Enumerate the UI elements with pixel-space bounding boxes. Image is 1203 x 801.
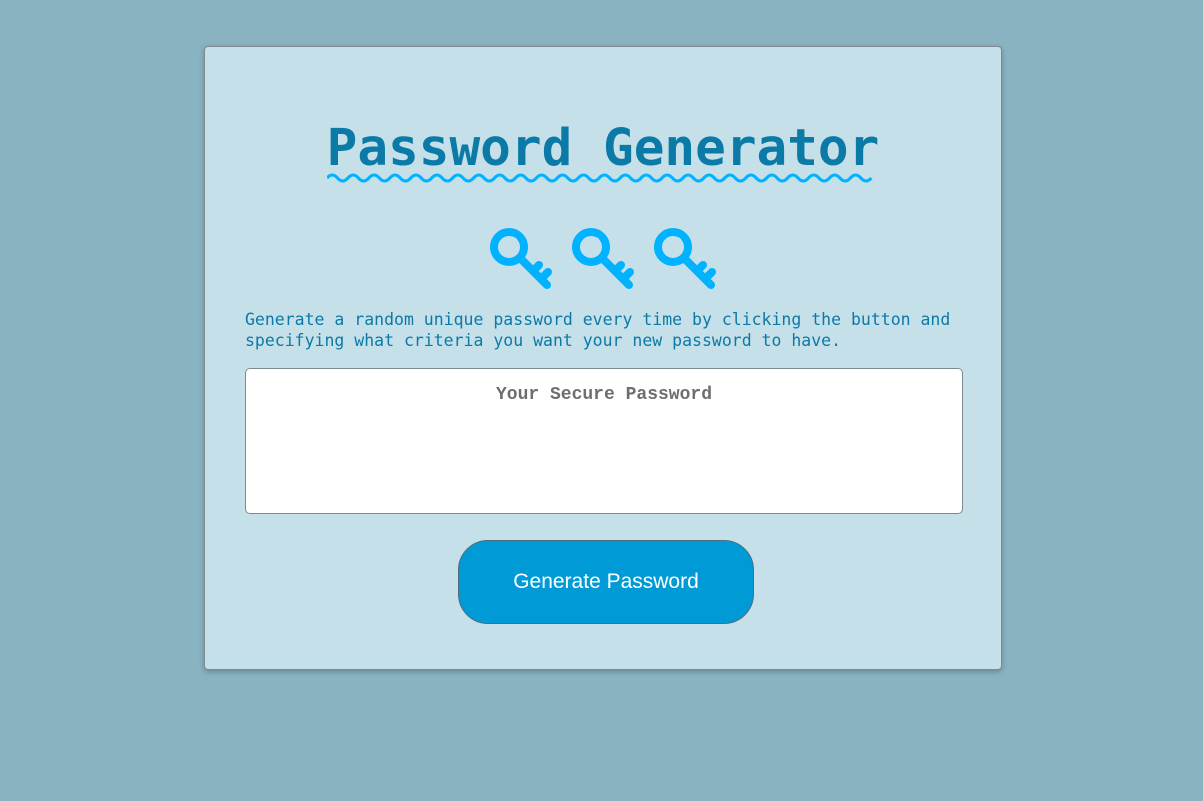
key-icon bbox=[572, 228, 634, 289]
title-squiggle-underline bbox=[326, 173, 873, 183]
page-title: Password Generator bbox=[326, 119, 880, 183]
key-icon bbox=[653, 228, 716, 289]
key-icons-row bbox=[205, 225, 1001, 293]
header: Password Generator bbox=[205, 119, 1001, 183]
generate-password-button[interactable]: Generate Password bbox=[458, 540, 754, 624]
page-title-text: Password Generator bbox=[326, 119, 880, 178]
key-icon bbox=[490, 228, 553, 289]
description-text: Generate a random unique password every … bbox=[245, 310, 951, 350]
password-output-field[interactable] bbox=[245, 368, 963, 514]
password-generator-card: Password Generator Generate a random uni… bbox=[204, 46, 1002, 670]
